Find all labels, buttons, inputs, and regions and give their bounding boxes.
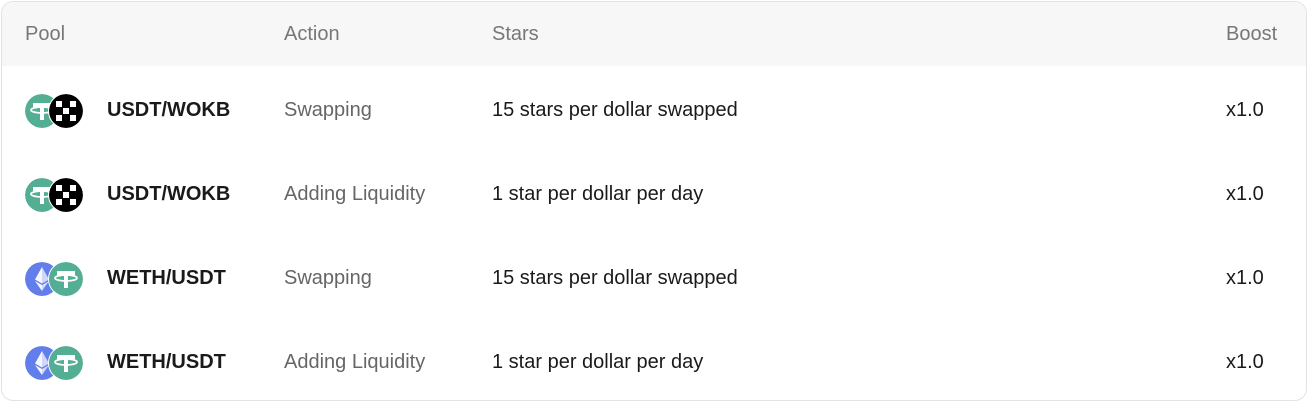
pool-token-icons [24,177,84,213]
okb-icon [48,93,84,129]
boost-value: x1.0 [1226,351,1264,373]
pool-name: USDT/WOKB [107,183,231,205]
table-row: WETH/USDT Swapping 15 stars per dollar s… [2,236,1306,320]
boost-value: x1.0 [1226,183,1264,205]
pool-token-icons [24,93,84,129]
action-label: Adding Liquidity [284,183,426,205]
table-header: Pool Action Stars Boost [2,2,1306,66]
rewards-table: Pool Action Stars Boost USDT/WOKB Swappi… [1,1,1307,401]
stars-label: 1 star per dollar per day [492,351,704,373]
action-label: Adding Liquidity [284,351,426,373]
stars-label: 1 star per dollar per day [492,183,704,205]
header-stars: Stars [492,23,539,45]
tether-icon [48,345,84,381]
boost-value: x1.0 [1226,99,1264,121]
stars-label: 15 stars per dollar swapped [492,99,738,121]
stars-label: 15 stars per dollar swapped [492,267,738,289]
header-pool: Pool [25,23,66,45]
header-boost: Boost [1226,23,1278,45]
action-label: Swapping [284,99,372,121]
action-label: Swapping [284,267,372,289]
tether-icon [48,261,84,297]
pool-name: USDT/WOKB [107,99,231,121]
pool-name: WETH/USDT [107,351,226,373]
table-row: USDT/WOKB Adding Liquidity 1 star per do… [2,152,1306,236]
table-row: USDT/WOKB Swapping 15 stars per dollar s… [2,68,1306,152]
table-row: WETH/USDT Adding Liquidity 1 star per do… [2,320,1306,400]
okb-icon [48,177,84,213]
pool-name: WETH/USDT [107,267,226,289]
pool-token-icons [24,345,84,381]
header-action: Action [284,23,340,45]
boost-value: x1.0 [1226,267,1264,289]
pool-token-icons [24,261,84,297]
